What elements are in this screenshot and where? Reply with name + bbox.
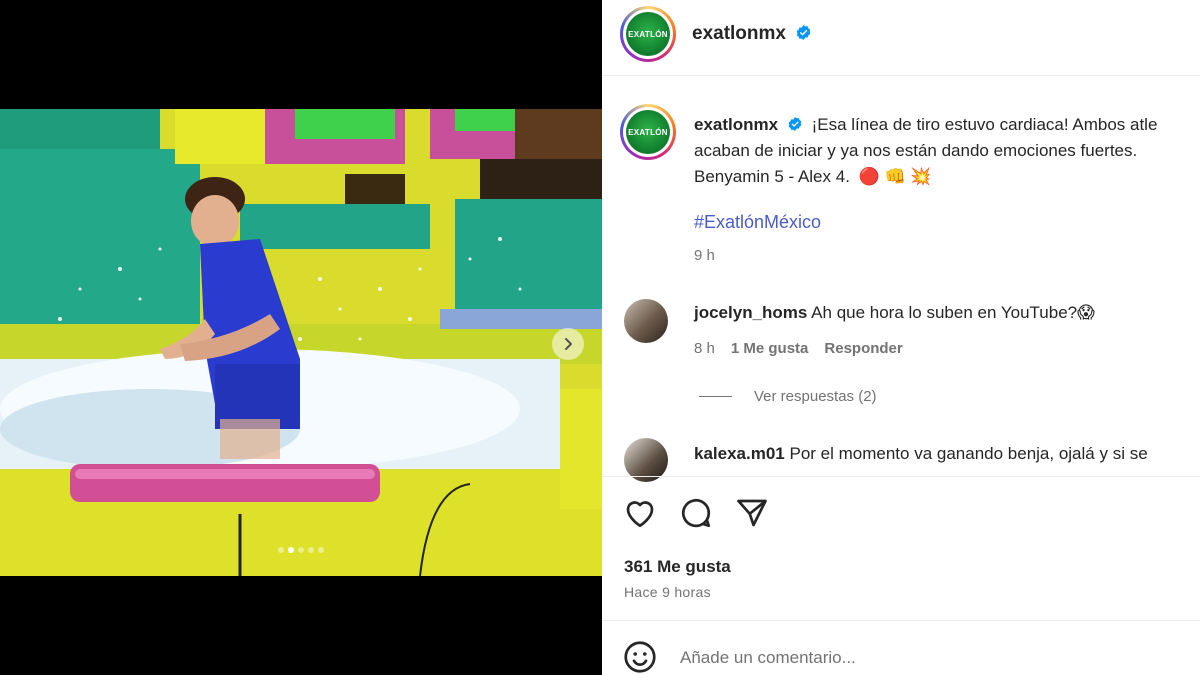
carousel-dot-active (288, 547, 294, 553)
reply-button[interactable]: Responder (824, 340, 902, 357)
caption-author-avatar[interactable]: EXATLÓN (620, 104, 676, 160)
caption-time[interactable]: 9 h (694, 247, 715, 264)
caption-text-line2: acaban de iniciar y ya nos están dando e… (694, 141, 1138, 160)
post-caption: exatlonmx ¡Esa línea de tiro estuvo card… (694, 112, 1200, 190)
caption-hashtag[interactable]: #ExatlónMéxico (694, 212, 821, 233)
comment-composer (602, 620, 1200, 675)
carousel-dot (298, 547, 304, 553)
comment-likes[interactable]: 1 Me gusta (731, 340, 809, 357)
author-username[interactable]: exatlonmx (692, 23, 786, 44)
comment-text: Ah que hora lo suben en YouTube?😱 (811, 303, 1095, 322)
comment-username[interactable]: kalexa.m01 (694, 444, 785, 463)
comment-input[interactable] (680, 645, 1160, 671)
carousel-next-button[interactable] (552, 328, 584, 360)
comment-meta: 8 h 1 Me gusta Responder (694, 340, 903, 357)
comment-bubble-icon[interactable] (678, 495, 714, 531)
comment-text: Por el momento va ganando benja, ojalá y… (789, 444, 1148, 463)
paper-plane-icon[interactable] (734, 495, 770, 531)
view-replies-label: Ver respuestas (2) (754, 388, 877, 405)
comment: kalexa.m01 Por el momento va ganando ben… (694, 444, 1148, 464)
comment-time[interactable]: 8 h (694, 340, 715, 357)
post-timestamp[interactable]: Hace 9 horas (624, 584, 711, 600)
post-actions: 361 Me gusta Hace 9 horas (602, 476, 1200, 626)
post-details-panel: EXATLÓN exatlonmx EXATLÓN exatlonmx ¡Esa… (602, 0, 1200, 675)
caption-emojis: 🔴 👊 💥 (858, 167, 932, 186)
carousel-dot (308, 547, 314, 553)
verified-badge-icon (788, 117, 802, 131)
smiley-icon[interactable] (622, 639, 658, 675)
post-media (0, 0, 602, 675)
commenter-avatar[interactable] (624, 299, 668, 343)
avatar-logo-text: EXATLÓN (626, 12, 670, 56)
chevron-right-icon (565, 338, 572, 350)
carousel-dot (318, 547, 324, 553)
likes-count[interactable]: 361 Me gusta (624, 557, 731, 577)
verified-badge-icon (797, 25, 811, 40)
avatar-logo-text: EXATLÓN (626, 110, 670, 154)
carousel-dot (278, 547, 284, 553)
carousel-indicator (0, 547, 602, 553)
author-avatar[interactable]: EXATLÓN (620, 6, 676, 62)
post-photo (0, 109, 602, 576)
caption-username[interactable]: exatlonmx (694, 115, 778, 134)
instagram-post-view: EXATLÓN exatlonmx EXATLÓN exatlonmx ¡Esa… (0, 0, 1200, 675)
post-header: EXATLÓN exatlonmx (602, 0, 1200, 76)
comment-username[interactable]: jocelyn_homs (694, 303, 807, 322)
caption-text-line1: ¡Esa línea de tiro estuvo cardiaca! Ambo… (811, 115, 1158, 134)
view-replies-button[interactable]: Ver respuestas (2) (699, 388, 877, 405)
replies-divider (699, 396, 732, 397)
author-username-row[interactable]: exatlonmx (692, 23, 812, 45)
comment: jocelyn_homs Ah que hora lo suben en You… (694, 303, 1095, 323)
heart-icon[interactable] (622, 495, 658, 531)
caption-text-line3: Benyamin 5 - Alex 4. (694, 167, 850, 186)
